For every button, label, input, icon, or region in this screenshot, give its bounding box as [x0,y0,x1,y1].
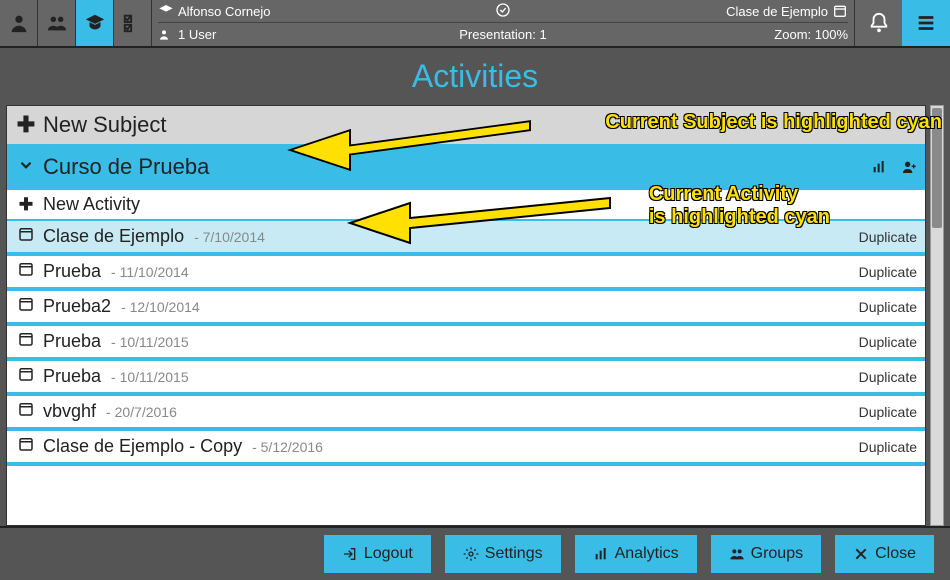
calendar-icon [15,365,37,388]
chevron-down-icon [15,154,37,180]
notifications-bell[interactable] [854,0,902,46]
check-circle-icon [495,2,511,18]
activity-row[interactable]: Prueba - 10/11/2015 Duplicate [7,326,925,361]
user-icon [8,12,30,34]
grad-small-icon [158,3,174,19]
header-user-count: 1 User [178,27,216,42]
activity-row[interactable]: Prueba - 11/10/2014 Duplicate [7,256,925,291]
groups-icon [729,546,745,562]
scrollbar-thumb[interactable] [932,108,942,228]
chart-icon[interactable] [871,159,887,175]
duplicate-link[interactable]: Duplicate [859,439,917,455]
groups-button[interactable]: Groups [711,535,821,573]
activity-name: Prueba [43,331,101,352]
duplicate-link[interactable]: Duplicate [859,264,917,280]
header-presentation: Presentation: 1 [308,27,698,42]
activity-row[interactable]: Prueba - 10/11/2015 Duplicate [7,361,925,396]
activity-list: Clase de Ejemplo- 7/10/2014DuplicatePrue… [7,221,925,466]
duplicate-link[interactable]: Duplicate [859,229,917,245]
nav-group[interactable] [38,0,76,46]
topbar: Alfonso Cornejo Clase de Ejemplo 1 User … [0,0,950,48]
calendar-small-icon [832,3,848,19]
activity-name: vbvghf [43,401,96,422]
nav-graduates[interactable] [76,0,114,46]
analytics-icon [593,546,609,562]
activity-name: Prueba2 [43,296,111,317]
hamburger-menu[interactable] [902,0,950,46]
menu-icon [915,12,937,34]
activity-row[interactable]: Prueba2 - 12/10/2014 Duplicate [7,291,925,326]
duplicate-link[interactable]: Duplicate [859,334,917,350]
topbar-info: Alfonso Cornejo Clase de Ejemplo 1 User … [152,0,854,46]
logout-icon [342,546,358,562]
vertical-scrollbar[interactable] [930,105,944,526]
bell-icon [868,12,890,34]
activity-row[interactable]: Clase de Ejemplo - Copy - 5/12/2016 Duplic… [7,431,925,466]
plus-icon: ✚ [15,112,37,138]
graduation-icon [84,12,106,34]
activity-date: - 20/7/2016 [106,404,177,420]
close-button[interactable]: Close [835,535,934,573]
activity-date: - 10/11/2015 [111,369,189,385]
subject-row[interactable]: Curso de Prueba [7,148,925,190]
users-small-icon [158,27,174,43]
analytics-button[interactable]: Analytics [575,535,697,573]
app-root: Alfonso Cornejo Clase de Ejemplo 1 User … [0,0,950,580]
new-activity-row[interactable]: ✚ New Activity [7,190,925,221]
group-icon [46,12,68,34]
calendar-icon [15,435,37,458]
duplicate-link[interactable]: Duplicate [859,404,917,420]
activity-date: - 10/11/2015 [111,334,189,350]
activity-name: Clase de Ejemplo - Copy [43,436,242,457]
activity-date: - 12/10/2014 [121,299,200,315]
footer-toolbar: Logout Settings Analytics Groups Close [0,526,950,580]
header-username: Alfonso Cornejo [178,4,271,19]
duplicate-link[interactable]: Duplicate [859,299,917,315]
duplicate-link[interactable]: Duplicate [859,369,917,385]
logout-button[interactable]: Logout [324,535,431,573]
calendar-icon [15,225,37,248]
calendar-icon [15,260,37,283]
new-subject-row[interactable]: ✚ New Subject [7,106,925,148]
page-title: Activities [0,58,950,95]
page-title-area: Activities [0,48,950,105]
new-activity-label: New Activity [43,194,140,215]
header-class-name: Clase de Ejemplo [726,4,828,19]
add-user-icon[interactable] [901,159,917,175]
activity-row[interactable]: Clase de Ejemplo - 7/10/2014 Duplicate [7,221,925,256]
subject-name: Curso de Prueba [43,154,209,180]
nav-single-user[interactable] [0,0,38,46]
plus-icon: ✚ [15,195,37,215]
calendar-icon [15,330,37,353]
main-panel-wrap: ✚ New Subject Curso de Prueba ✚ New Acti… [0,105,950,526]
activity-row[interactable]: vbvghf - 20/7/2016 Duplicate [7,396,925,431]
calendar-icon [15,295,37,318]
settings-button[interactable]: Settings [445,535,561,573]
gear-icon [463,546,479,562]
activities-panel: ✚ New Subject Curso de Prueba ✚ New Acti… [6,105,926,526]
header-zoom: Zoom: 100% [698,27,848,42]
checklist-icon [122,12,144,34]
activity-name: Prueba [43,261,101,282]
new-subject-label: New Subject [43,112,167,138]
close-icon [853,546,869,562]
activity-name: Prueba [43,366,101,387]
activity-name: Clase de Ejemplo [43,226,184,247]
activity-date: - 11/10/2014 [111,264,189,280]
activity-date: - 7/10/2014 [194,229,265,245]
calendar-icon [15,400,37,423]
nav-checklist[interactable] [114,0,152,46]
activity-date: - 5/12/2016 [252,439,323,455]
